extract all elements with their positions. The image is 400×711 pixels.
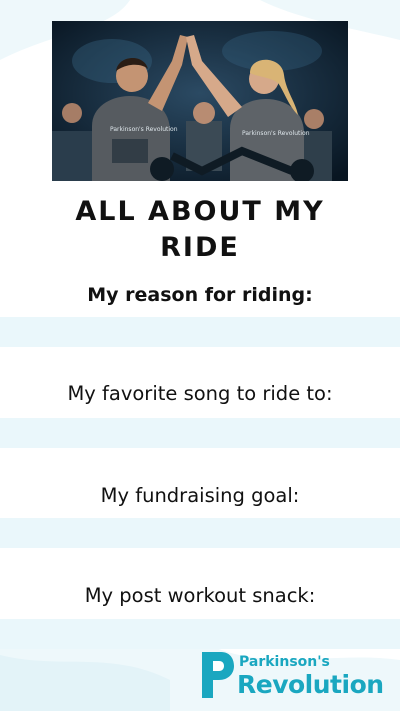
parkinsons-revolution-logo-mark-icon: [202, 652, 234, 698]
answer-band-song: [0, 418, 400, 448]
prompt-goal-label: My fundraising goal:: [100, 484, 300, 507]
prompt-reason-label: My reason for riding:: [87, 284, 313, 306]
answer-band-snack: [0, 619, 400, 649]
prompt-song-label: My favorite song to ride to:: [67, 382, 333, 405]
shirt-text-right: Parkinson's Revolution: [242, 130, 310, 137]
logo-top-text: Parkinson's: [239, 654, 330, 670]
shirt-text-left: Parkinson's Revolution: [110, 126, 178, 133]
parkinsons-revolution-logo: Parkinson's Revolution: [199, 650, 385, 702]
title-line-1: ALL ABOUT MY: [75, 196, 325, 227]
hero-photo: Parkinson's Revolution Parkinson's Revol…: [52, 21, 348, 181]
answer-band-goal: [0, 518, 400, 548]
title-line-2: RIDE: [160, 232, 240, 263]
logo-bottom-text: Revolution: [237, 670, 384, 699]
prompt-snack-label: My post workout snack:: [84, 584, 316, 607]
page-title: ALL ABOUT MY RIDE: [0, 194, 400, 266]
answer-band-reason: [0, 317, 400, 347]
